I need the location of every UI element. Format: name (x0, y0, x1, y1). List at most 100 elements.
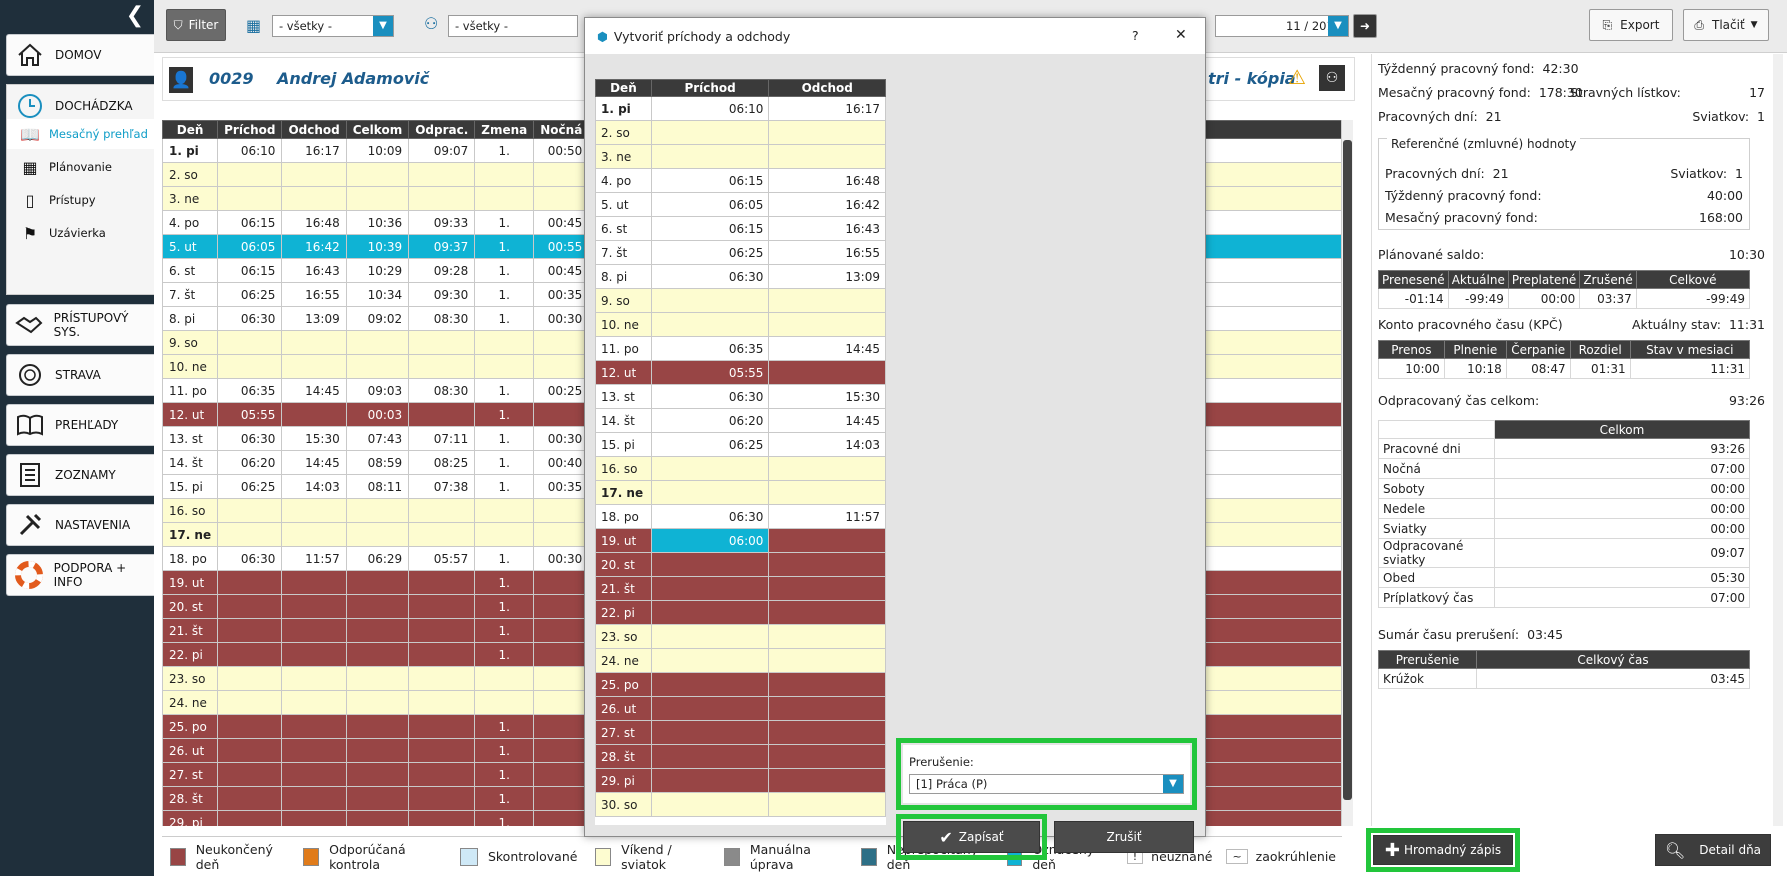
time-cell[interactable]: 1. (474, 618, 535, 643)
departure-cell[interactable] (768, 624, 886, 649)
help-button[interactable]: ? (1132, 28, 1139, 43)
arrival-cell[interactable] (650, 624, 770, 649)
time-cell[interactable] (408, 666, 476, 691)
day-cell[interactable]: 25. po (162, 714, 219, 739)
day-cell[interactable]: 21. št (595, 576, 652, 601)
time-cell[interactable] (281, 666, 347, 691)
time-cell[interactable] (217, 666, 283, 691)
day-cell[interactable]: 21. št (162, 618, 219, 643)
time-cell[interactable] (533, 354, 590, 379)
departure-cell[interactable] (768, 144, 886, 169)
interrupt-select[interactable]: [1] Práca (P) ▼ (909, 774, 1184, 794)
time-cell[interactable] (533, 714, 590, 739)
arrival-cell[interactable] (650, 792, 770, 817)
time-cell[interactable]: 09:33 (408, 210, 476, 235)
time-cell[interactable] (345, 714, 410, 739)
arrival-cell[interactable] (650, 288, 770, 313)
time-cell[interactable]: 1. (474, 714, 535, 739)
time-cell[interactable] (533, 402, 590, 427)
arrival-cell[interactable]: 05:55 (650, 360, 770, 385)
nav-domov[interactable]: Domov (6, 34, 154, 76)
time-cell[interactable] (281, 762, 347, 787)
time-cell[interactable]: 00:45 (533, 258, 590, 283)
time-cell[interactable]: 08:11 (345, 474, 410, 499)
column-header[interactable]: Odchod (281, 120, 347, 139)
departure-cell[interactable] (768, 696, 886, 721)
time-cell[interactable] (345, 570, 410, 595)
time-cell[interactable]: 16:48 (281, 210, 347, 235)
arrival-cell[interactable]: 06:35 (650, 336, 770, 361)
table-row[interactable]: 24. ne (595, 648, 886, 673)
time-cell[interactable]: 1. (474, 546, 535, 571)
day-cell[interactable]: 8. pi (162, 306, 219, 331)
nav-zoznamy[interactable]: Zoznamy (6, 454, 154, 496)
time-cell[interactable] (408, 786, 476, 811)
time-cell[interactable] (533, 666, 590, 691)
time-cell[interactable] (217, 714, 283, 739)
arrival-cell[interactable] (650, 456, 770, 481)
table-row[interactable]: 27. st (595, 720, 886, 745)
column-header[interactable]: Odprac. (408, 120, 476, 139)
time-cell[interactable] (533, 810, 590, 826)
time-cell[interactable]: 1. (474, 210, 535, 235)
arrival-cell[interactable] (650, 120, 770, 145)
table-row[interactable]: 16. so (595, 456, 886, 481)
arrival-cell[interactable]: 06:30 (650, 384, 770, 409)
time-cell[interactable] (533, 594, 590, 619)
time-cell[interactable] (474, 186, 535, 211)
bulk-entry-button[interactable]: ✚ Hromadný zápis (1373, 835, 1513, 865)
time-cell[interactable] (408, 714, 476, 739)
day-cell[interactable]: 9. so (162, 330, 219, 355)
arrival-cell[interactable]: 06:30 (650, 264, 770, 289)
departure-cell[interactable]: 13:09 (768, 264, 886, 289)
day-cell[interactable]: 7. št (162, 282, 219, 307)
time-cell[interactable]: 06:30 (217, 426, 283, 451)
arrival-cell[interactable] (650, 576, 770, 601)
time-cell[interactable]: 09:28 (408, 258, 476, 283)
time-cell[interactable] (533, 642, 590, 667)
table-row[interactable]: 28. št (595, 744, 886, 769)
time-cell[interactable] (217, 354, 283, 379)
time-cell[interactable]: 16:42 (281, 234, 347, 259)
time-cell[interactable] (408, 762, 476, 787)
time-cell[interactable]: 06:25 (217, 282, 283, 307)
time-cell[interactable] (408, 738, 476, 763)
table-row[interactable]: 2. so (595, 120, 886, 145)
time-cell[interactable]: 10:39 (345, 234, 410, 259)
time-cell[interactable]: 14:45 (281, 450, 347, 475)
time-cell[interactable]: 14:45 (281, 378, 347, 403)
departure-cell[interactable] (768, 528, 886, 553)
day-cell[interactable]: 2. so (162, 162, 219, 187)
column-header[interactable]: Zmena (474, 120, 535, 139)
time-cell[interactable] (533, 162, 590, 187)
day-cell[interactable]: 30. so (595, 792, 652, 817)
day-cell[interactable]: 16. so (162, 498, 219, 523)
nav-pristupovy-sys[interactable]: Prístupový sys. (6, 304, 154, 346)
departure-cell[interactable]: 16:43 (768, 216, 886, 241)
arrival-cell[interactable]: 06:05 (650, 192, 770, 217)
time-cell[interactable]: 09:07 (408, 138, 476, 163)
time-cell[interactable] (408, 642, 476, 667)
day-cell[interactable]: 5. ut (595, 192, 652, 217)
departure-cell[interactable] (768, 288, 886, 313)
time-cell[interactable] (408, 354, 476, 379)
arrival-cell[interactable]: 06:10 (650, 96, 770, 121)
sub-pristupy[interactable]: ▯ Prístupy (7, 185, 154, 215)
time-cell[interactable] (281, 738, 347, 763)
arrival-cell[interactable] (650, 312, 770, 337)
time-cell[interactable] (533, 762, 590, 787)
day-cell[interactable]: 7. št (595, 240, 652, 265)
department-select[interactable]: - všetky - ▼ (272, 15, 394, 37)
table-row[interactable]: 6. st 06:15 16:43 (595, 216, 886, 241)
table-row[interactable]: 30. so (595, 792, 886, 817)
time-cell[interactable]: 08:25 (408, 450, 476, 475)
time-cell[interactable] (281, 498, 347, 523)
time-cell[interactable] (281, 690, 347, 715)
arrival-cell[interactable] (650, 720, 770, 745)
time-cell[interactable]: 1. (474, 258, 535, 283)
time-cell[interactable]: 1. (474, 402, 535, 427)
table-row[interactable]: 7. št 06:25 16:55 (595, 240, 886, 265)
time-cell[interactable]: 00:30 (533, 306, 590, 331)
time-cell[interactable] (281, 330, 347, 355)
time-cell[interactable]: 06:30 (217, 306, 283, 331)
